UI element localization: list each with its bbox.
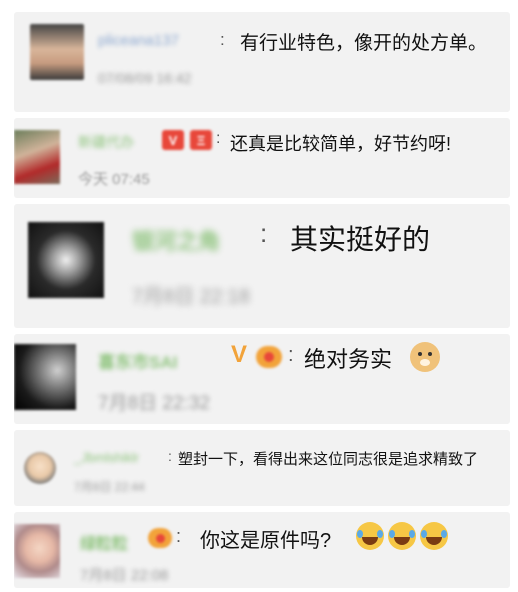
laugh-cry-emoji-icon — [420, 522, 448, 550]
comment-text: 绝对务实 — [304, 347, 393, 372]
verified-v-icon: V — [230, 341, 247, 368]
colon: : — [168, 448, 172, 464]
timestamp: 今天 07:45 — [78, 171, 150, 188]
colon: : — [216, 130, 221, 147]
user-avatar[interactable] — [14, 524, 60, 578]
level-badge-icon: Ξ — [190, 130, 212, 150]
verified-v-icon: V — [162, 130, 184, 150]
username[interactable]: pliceana137 — [98, 32, 179, 49]
comment-text: 其实挺好的 — [290, 224, 431, 255]
user-avatar[interactable] — [14, 130, 60, 184]
user-avatar[interactable] — [14, 344, 76, 410]
comment-card: _Jbmlshiklr : 塑封一下，看得出来这位同志很是追求精致了 7月8日 … — [14, 430, 510, 506]
comment-text: 你这是原件吗? — [200, 530, 332, 552]
verified-label: V — [168, 132, 178, 148]
username[interactable]: 新疆代办 — [78, 132, 134, 152]
timestamp: 7月8日 22:18 — [132, 286, 250, 308]
fans-badge-icon — [148, 528, 172, 548]
fans-badge-icon — [256, 346, 282, 368]
comment-card: 喜东市SAI V : 绝对务实 7月8日 22:32 — [14, 334, 510, 424]
timestamp: 7月8日 22:32 — [98, 393, 210, 414]
colon: : — [260, 218, 268, 248]
username[interactable]: 银河之角 — [132, 224, 220, 256]
timestamp: 7月8日 22:44 — [74, 480, 145, 494]
comment-text: 还真是比较简单，好节约呀! — [230, 134, 451, 154]
comment-card: 新疆代办 V Ξ : 还真是比较简单，好节约呀! 今天 07:45 — [14, 118, 510, 198]
comment-text: 有行业特色，像开的处方单。 — [240, 33, 488, 54]
user-avatar[interactable] — [28, 222, 104, 298]
colon: : — [288, 344, 294, 366]
comment-card: pliceana137 : 有行业特色，像开的处方单。 07/08/09 16:… — [14, 12, 510, 112]
user-avatar[interactable] — [24, 452, 56, 484]
username[interactable]: 喜东市SAI — [98, 348, 177, 373]
timestamp: 07/08/09 16:42 — [98, 70, 192, 86]
timestamp: 7月8日 22:08 — [80, 567, 169, 584]
level-label: Ξ — [196, 132, 206, 148]
laugh-cry-emoji-icon — [388, 522, 416, 550]
comment-card: 银河之角 : 其实挺好的 7月8日 22:18 — [14, 204, 510, 328]
comment-text: 塑封一下，看得出来这位同志很是追求精致了 — [178, 451, 479, 468]
laugh-cry-emoji-icon — [356, 522, 384, 550]
comment-card: 绿粒粒 : 你这是原件吗? 7月8日 22:08 — [14, 512, 510, 588]
doge-emoji-icon — [410, 342, 440, 372]
user-avatar[interactable] — [30, 24, 84, 80]
colon: : — [176, 526, 182, 546]
username[interactable]: 绿粒粒 — [80, 530, 128, 554]
username[interactable]: _Jbmlshiklr — [74, 450, 139, 465]
colon: : — [220, 30, 225, 49]
